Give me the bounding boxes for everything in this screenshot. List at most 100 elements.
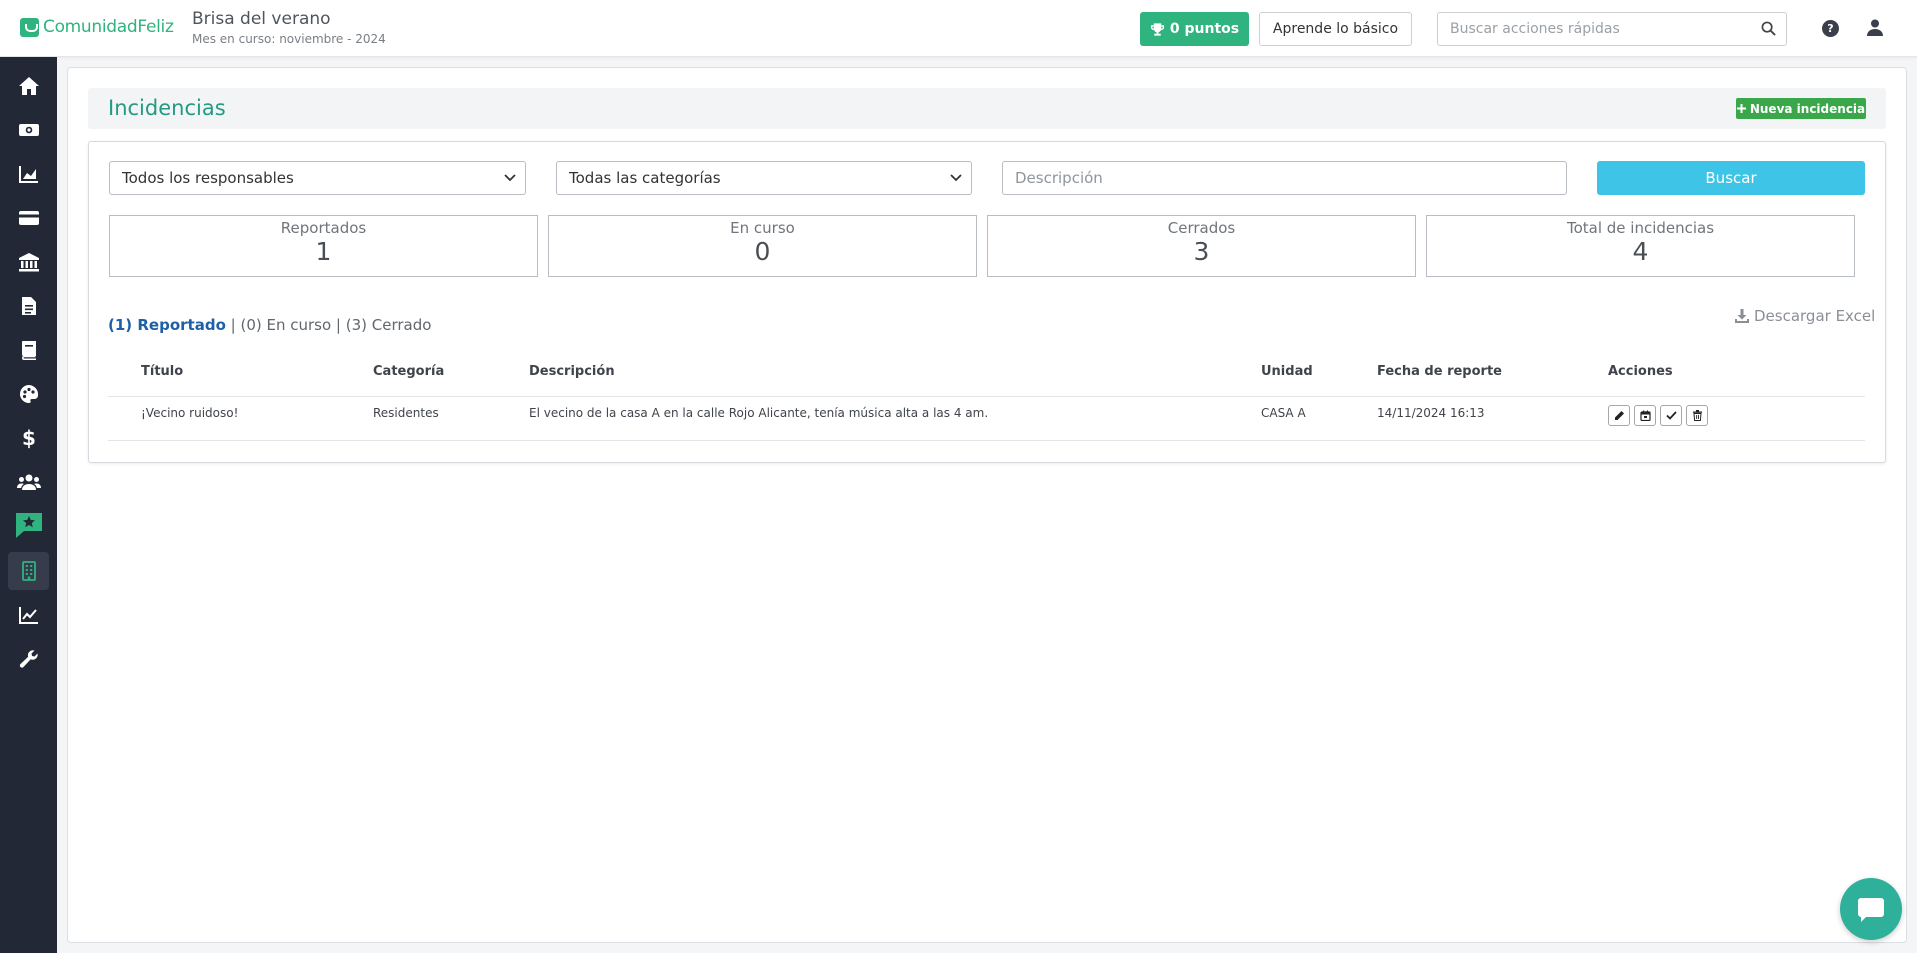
description-input[interactable] [1003, 162, 1566, 194]
tab-in-progress[interactable]: (0) En curso [240, 316, 331, 334]
svg-text:$: $ [22, 427, 36, 449]
search-button[interactable]: Buscar [1597, 161, 1865, 195]
categorias-select[interactable]: Todas las categorías [556, 161, 972, 195]
sidebar-item-analytics[interactable] [8, 596, 49, 634]
bank-icon [18, 253, 39, 272]
sidebar-item-community-chat[interactable] [8, 507, 49, 545]
line-chart-icon [18, 607, 38, 624]
points-button[interactable]: 0 puntos [1140, 12, 1249, 46]
sidebar-item-residents[interactable] [8, 463, 49, 501]
new-incident-label: Nueva incidencia [1749, 101, 1866, 116]
stat-reported: Reportados 1 [109, 215, 538, 277]
users-icon [16, 474, 41, 490]
column-header-description: Descripción [529, 364, 615, 379]
palette-icon [19, 385, 38, 403]
document-icon [21, 297, 36, 315]
community-info[interactable]: Brisa del verano Mes en curso: noviembre… [192, 9, 386, 46]
responsables-select[interactable]: Todos los responsables [109, 161, 526, 195]
help-icon[interactable]: ? [1822, 20, 1839, 37]
stat-total: Total de incidencias 4 [1426, 215, 1855, 277]
sidebar-item-incidents[interactable] [8, 552, 49, 590]
download-excel-link[interactable]: Descargar Excel [1735, 307, 1875, 325]
sidebar-item-finance[interactable]: $ [8, 419, 49, 457]
stat-label: Cerrados [1167, 219, 1236, 237]
download-icon [1735, 309, 1749, 323]
categorias-selected: Todas las categorías [569, 169, 721, 187]
trash-icon [1692, 410, 1702, 421]
chevron-down-icon [950, 174, 962, 182]
home-icon [18, 77, 39, 95]
table-row-divider [108, 440, 1865, 441]
current-month: Mes en curso: noviembre - 2024 [192, 32, 386, 46]
user-icon[interactable] [1867, 19, 1883, 36]
chat-icon [1858, 898, 1884, 922]
edit-button[interactable] [1608, 405, 1630, 426]
cell-report-date: 14/11/2024 16:13 [1377, 406, 1485, 420]
plus-icon [1736, 104, 1746, 113]
stat-label: Reportados [280, 219, 367, 237]
trophy-icon [1150, 23, 1164, 36]
quick-search-input[interactable] [1438, 13, 1738, 45]
dollar-icon: $ [22, 427, 36, 449]
top-bar: ComunidadFeliz Brisa del verano Mes en c… [0, 0, 1917, 57]
tab-separator: | [225, 316, 241, 334]
schedule-button[interactable] [1634, 405, 1656, 426]
community-name: Brisa del verano [192, 9, 331, 29]
delete-button[interactable] [1686, 405, 1708, 426]
download-label: Descargar Excel [1754, 307, 1876, 325]
cell-description: El vecino de la casa A en la calle Rojo … [529, 406, 989, 420]
stat-value: 0 [754, 237, 771, 266]
tab-reported[interactable]: (1) Reportado [108, 316, 226, 334]
pencil-icon [1614, 411, 1624, 420]
quick-search-field[interactable] [1437, 12, 1787, 46]
tab-separator: | [331, 316, 346, 334]
sidebar-item-reports[interactable] [8, 155, 49, 193]
support-chat-button[interactable] [1840, 878, 1902, 940]
app-logo[interactable]: ComunidadFeliz [20, 17, 174, 37]
column-header-actions: Acciones [1608, 364, 1673, 379]
wrench-icon [19, 650, 38, 668]
sidebar-item-documents[interactable] [8, 287, 49, 325]
description-field[interactable] [1002, 161, 1567, 195]
cell-category: Residentes [373, 406, 439, 420]
calendar-icon [1639, 410, 1651, 421]
logo-icon [20, 17, 39, 37]
table-header-divider [108, 396, 1865, 397]
sidebar-item-book[interactable] [8, 331, 49, 369]
sidebar-item-payments[interactable] [8, 199, 49, 237]
cell-unit: CASA A [1261, 406, 1306, 420]
logo-text: ComunidadFeliz [43, 17, 174, 37]
column-header-unit: Unidad [1261, 364, 1313, 379]
stat-closed: Cerrados 3 [987, 215, 1416, 277]
search-icon[interactable] [1761, 21, 1776, 36]
learn-basics-button[interactable]: Aprende lo básico [1259, 12, 1412, 46]
credit-card-icon [18, 211, 39, 225]
chat-star-icon [15, 513, 42, 538]
sidebar-item-settings[interactable] [8, 640, 49, 678]
stat-value: 3 [1193, 237, 1210, 266]
stat-value: 1 [315, 237, 332, 266]
stat-label: Total de incidencias [1566, 219, 1715, 237]
stat-in-progress: En curso 0 [548, 215, 977, 277]
tab-closed[interactable]: (3) Cerrado [346, 316, 432, 334]
stat-value: 4 [1632, 237, 1649, 266]
money-icon [18, 124, 39, 136]
book-icon [22, 341, 36, 360]
status-filter-tabs: (1) Reportado | (0) En curso | (3) Cerra… [108, 316, 431, 334]
cell-title: ¡Vecino ruidoso! [141, 406, 239, 420]
area-chart-icon [18, 166, 38, 183]
sidebar-item-home[interactable] [8, 67, 49, 105]
new-incident-button[interactable]: Nueva incidencia [1736, 98, 1866, 119]
points-label: 0 puntos [1169, 21, 1240, 37]
column-header-category: Categoría [373, 364, 445, 379]
column-header-report-date: Fecha de reporte [1377, 364, 1502, 379]
check-icon [1665, 411, 1677, 420]
resolve-button[interactable] [1660, 405, 1682, 426]
sidebar-item-bank[interactable] [8, 243, 49, 281]
chevron-down-icon [504, 174, 516, 182]
stat-label: En curso [730, 219, 795, 237]
sidebar-item-palette[interactable] [8, 375, 49, 413]
building-icon [21, 561, 36, 581]
page-title: Incidencias [108, 96, 226, 120]
sidebar-item-money[interactable] [8, 111, 49, 149]
